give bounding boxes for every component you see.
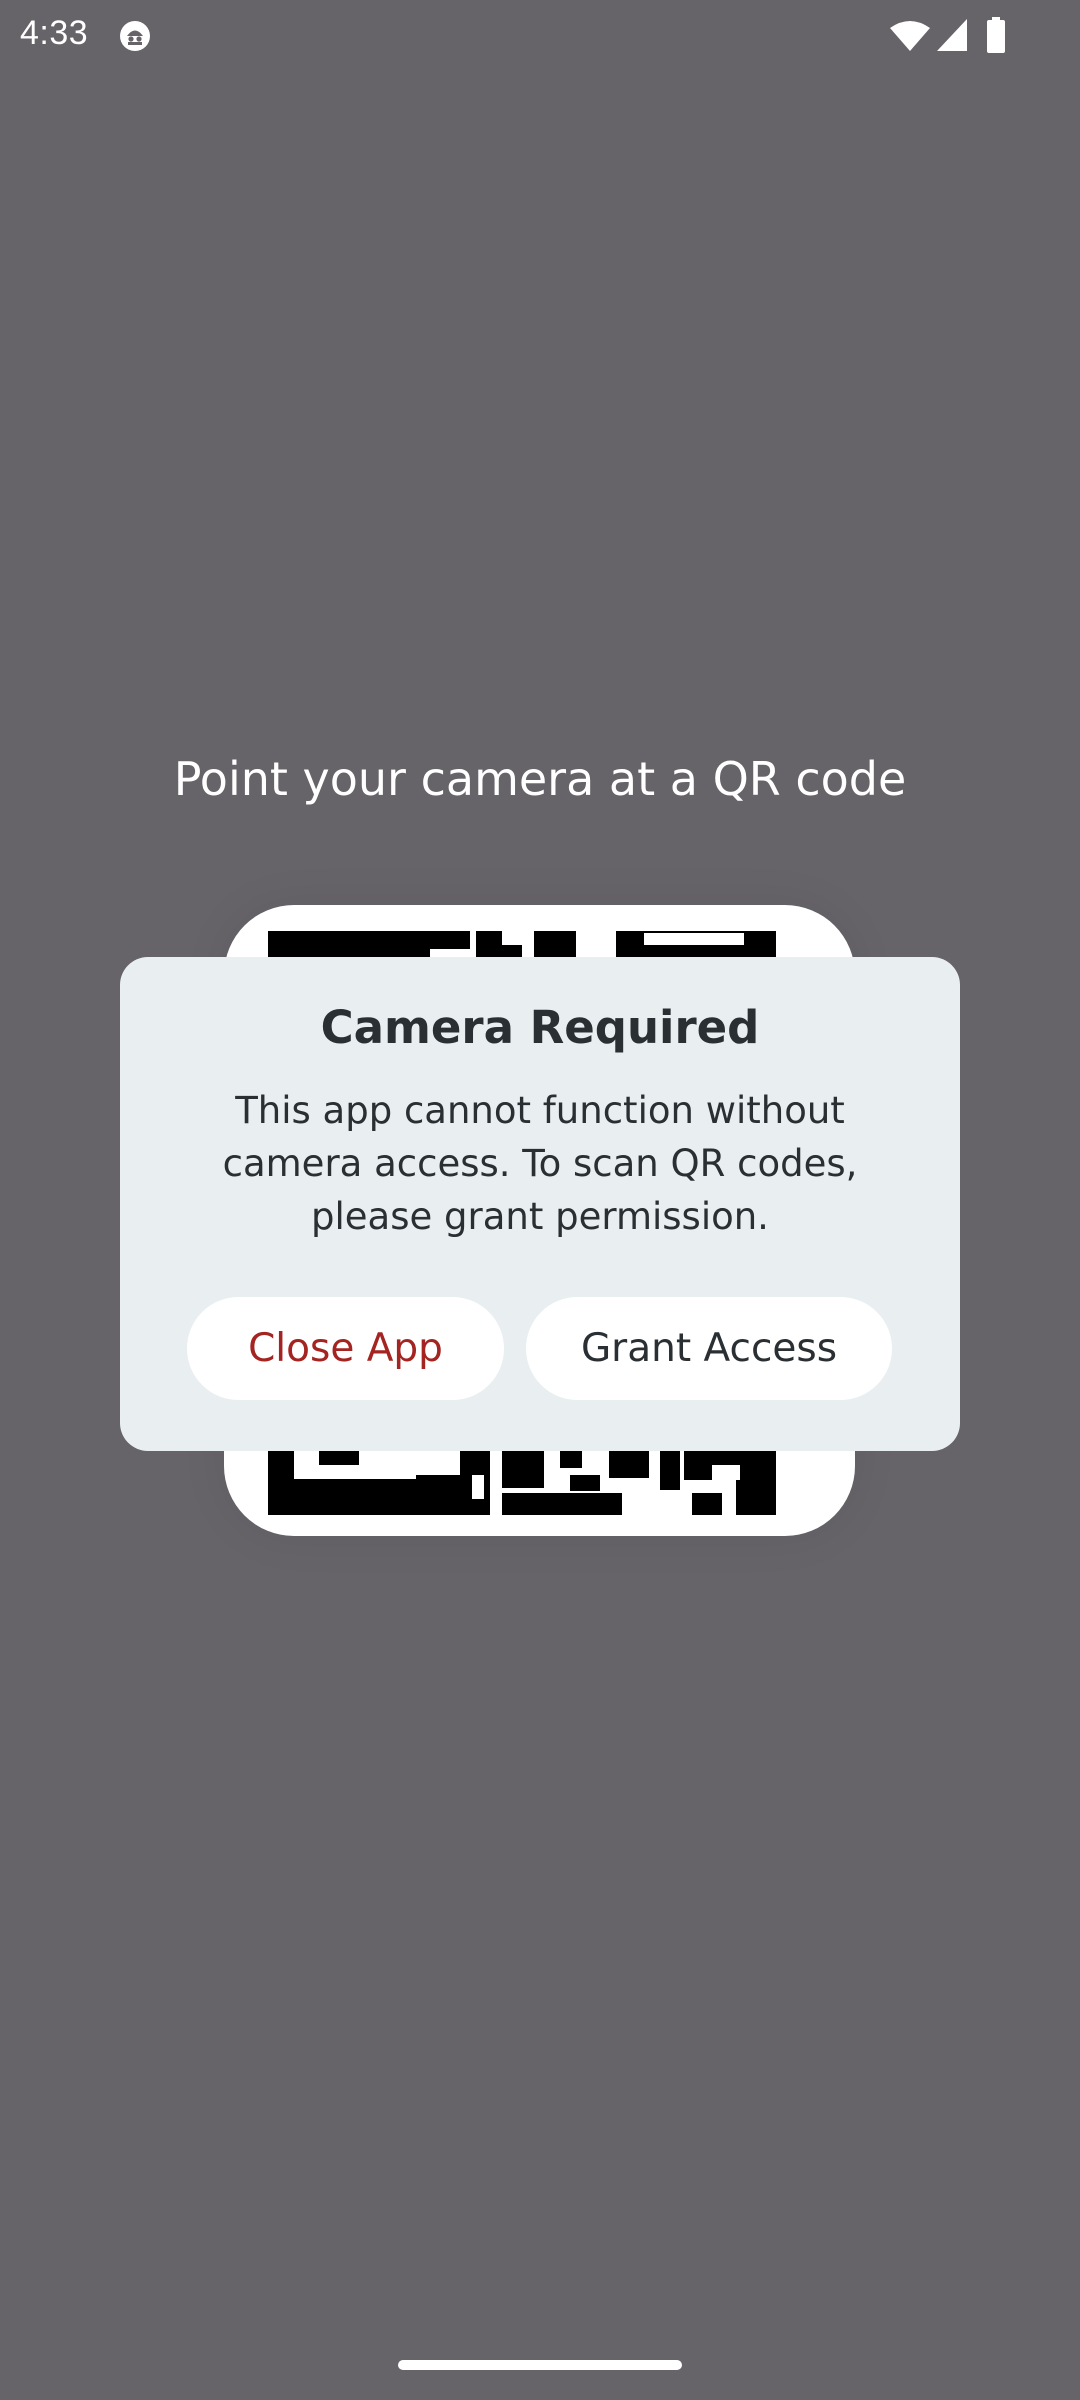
notification-icon: [120, 21, 150, 51]
battery-icon: [987, 17, 1005, 53]
status-time: 4:33: [20, 14, 89, 52]
wifi-icon: [890, 21, 930, 51]
dialog-message: This app cannot function without camera …: [222, 1089, 858, 1238]
grant-access-button[interactable]: Grant Access: [526, 1297, 892, 1400]
close-app-button[interactable]: Close App: [187, 1297, 504, 1400]
status-bar: 4:33: [0, 0, 1080, 72]
home-indicator[interactable]: [398, 2360, 682, 2370]
camera-permission-dialog: Camera Required This app cannot function…: [120, 957, 960, 1451]
signal-icon: [937, 19, 967, 51]
dialog-title: Camera Required: [320, 1001, 760, 1054]
scan-instruction: Point your camera at a QR code: [173, 752, 907, 806]
